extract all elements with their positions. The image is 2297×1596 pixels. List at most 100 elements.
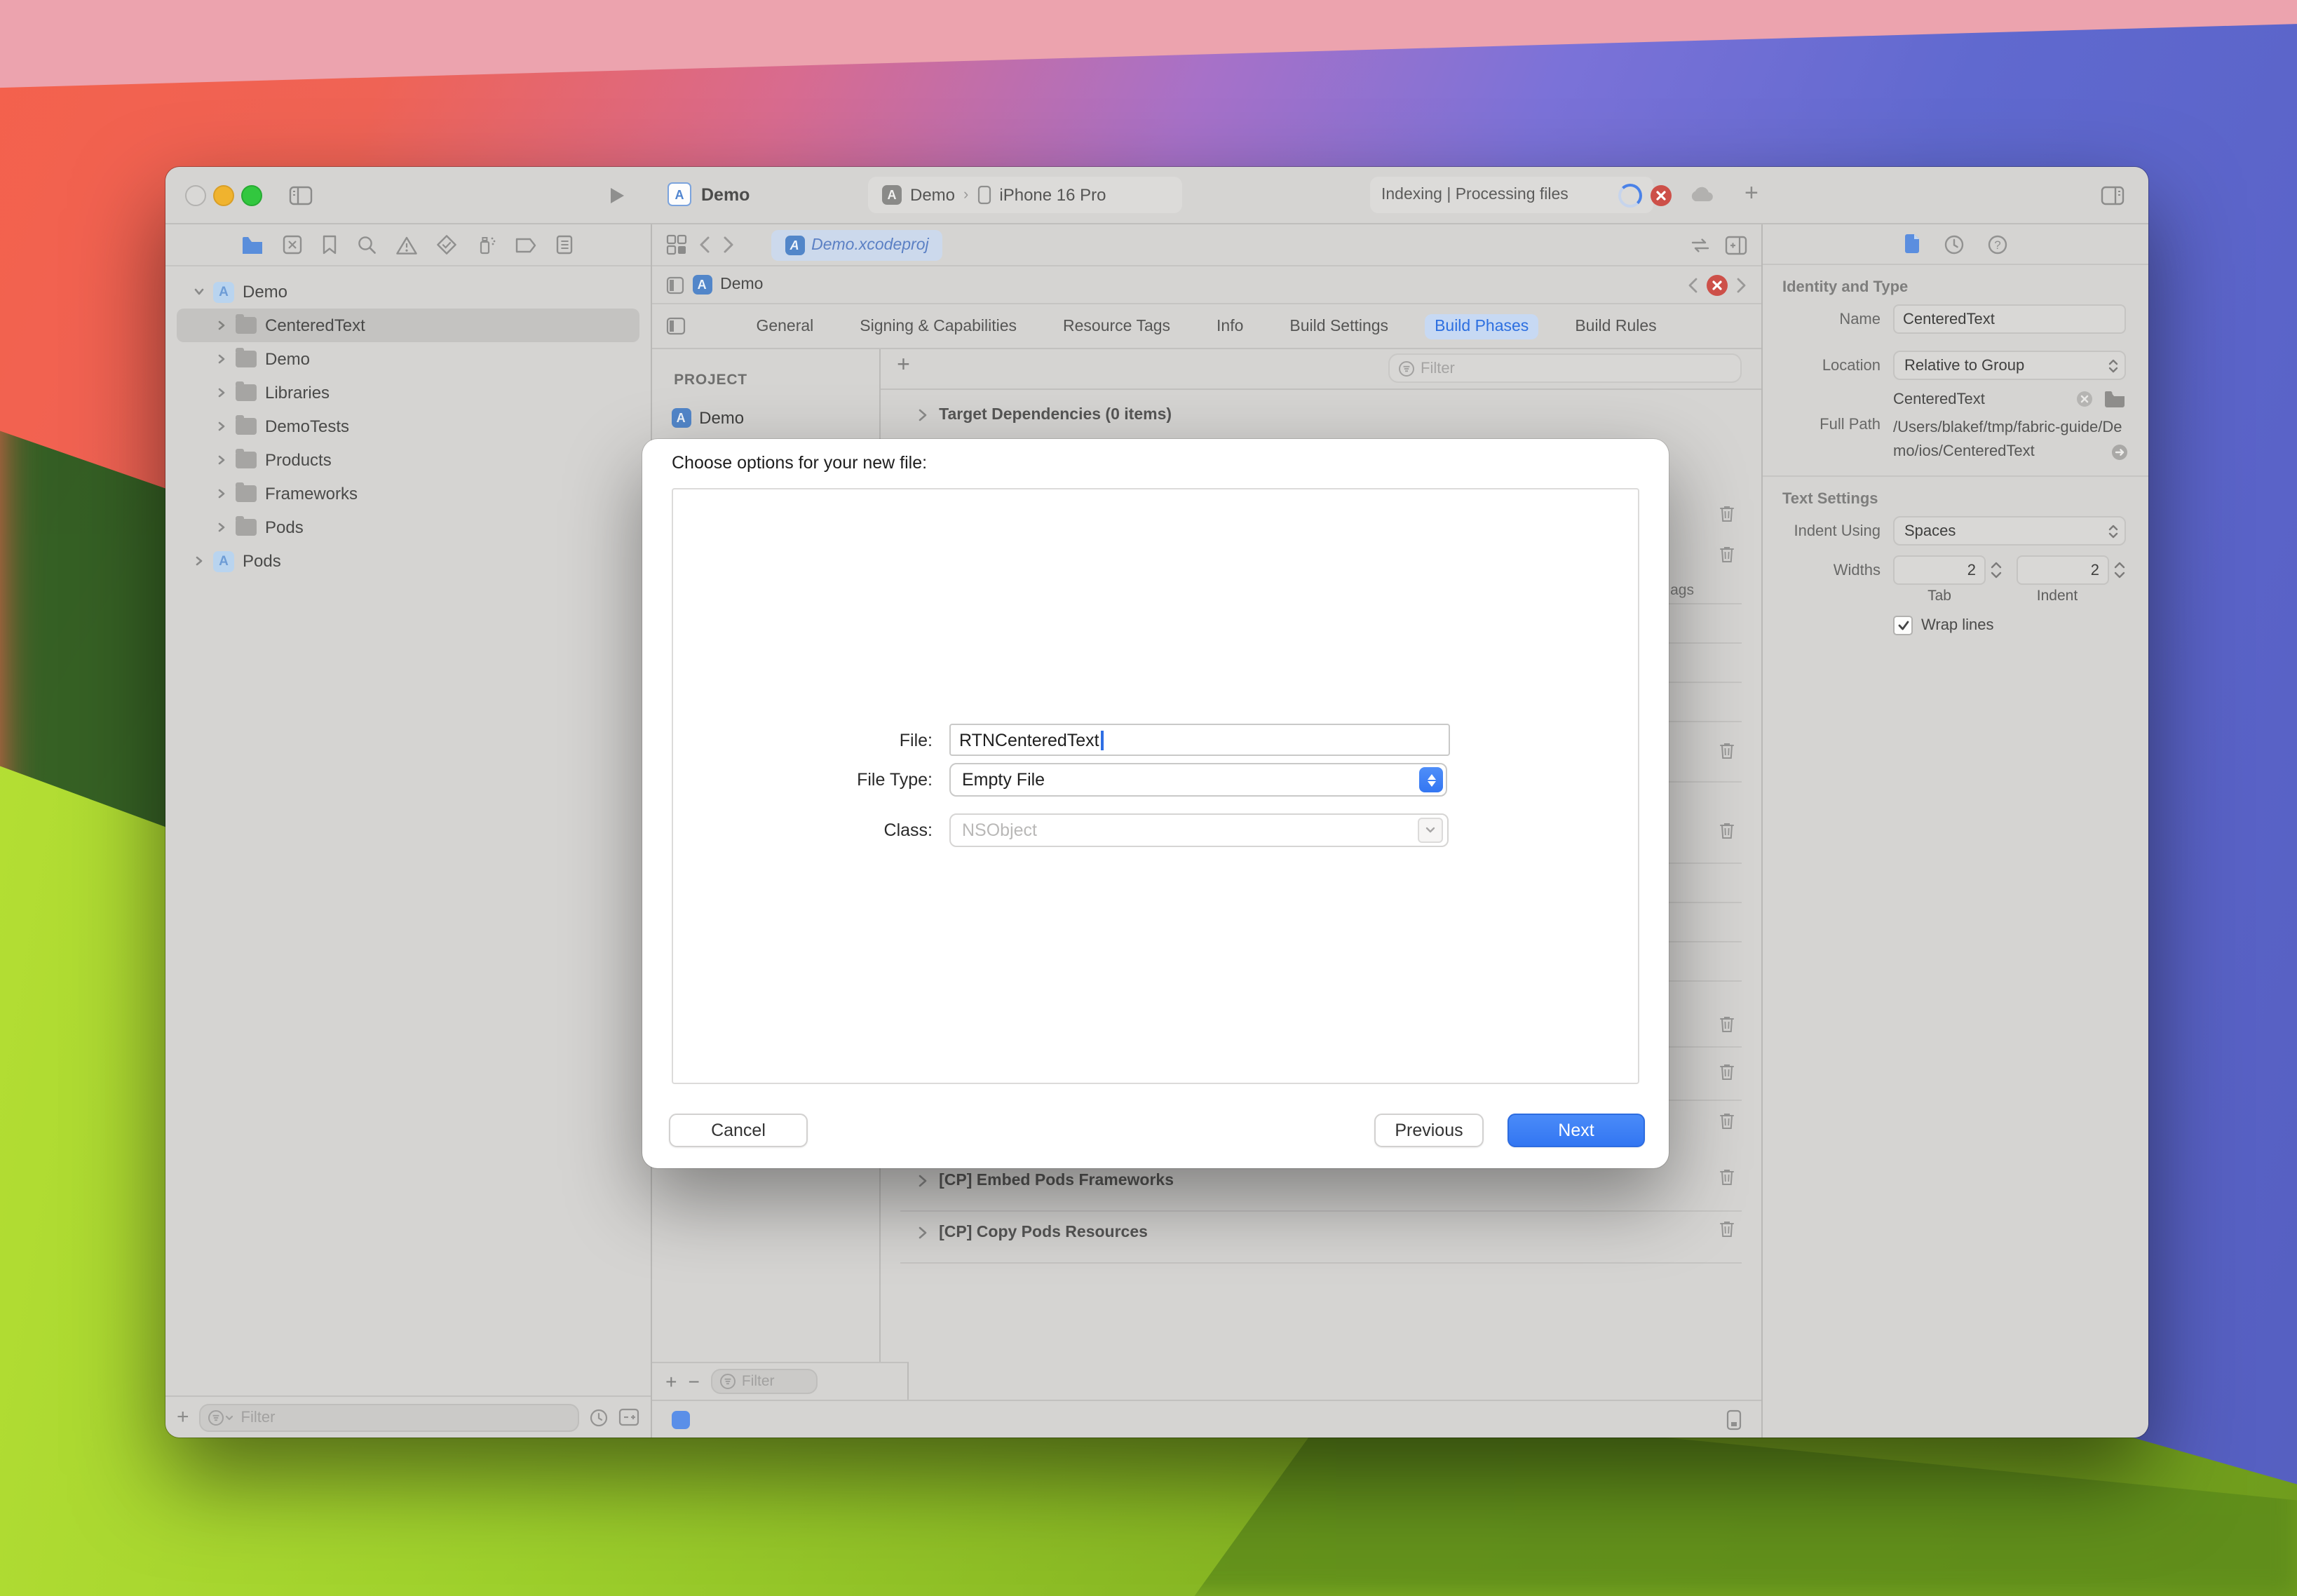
file-name-input[interactable]: RTNCenteredText [949,724,1450,756]
file-inspector-icon[interactable] [1903,233,1921,255]
indent-width-field[interactable]: 2 [2017,555,2109,585]
tab-width-field[interactable]: 2 [1893,555,1986,585]
trash-icon[interactable] [1718,1014,1736,1034]
scheme-color-icon[interactable] [671,1410,689,1428]
tree-item-products[interactable]: Products [165,443,650,477]
scm-status-filter-icon[interactable] [618,1408,639,1426]
chevron-down-icon[interactable] [194,286,205,297]
jump-bar-item[interactable]: Demo [720,276,763,293]
tab-resource-tags[interactable]: Resource Tags [1053,313,1180,339]
tree-item-demo-group[interactable]: Demo [165,342,650,376]
tree-item-frameworks[interactable]: Frameworks [165,477,650,510]
section-embed-pods-frameworks[interactable]: [CP] Embed Pods Frameworks [916,1172,1174,1189]
history-inspector-icon[interactable] [1944,234,1965,255]
chevron-right-icon[interactable] [194,555,205,567]
file-tab-demo-xcodeproj[interactable]: Demo.xcodeproj [771,229,942,260]
tab-signing-capabilities[interactable]: Signing & Capabilities [850,313,1026,339]
tree-item-pods-group[interactable]: Pods [165,510,650,544]
reports-navigator-icon[interactable] [556,234,574,255]
chevron-right-icon[interactable] [216,522,227,533]
trash-icon[interactable] [1718,820,1736,840]
toggle-inspector-icon[interactable] [2098,181,2126,209]
project-navigator-icon[interactable] [242,235,264,255]
breakpoints-navigator-icon[interactable] [515,236,538,253]
navigator-filter-field[interactable]: Filter [199,1403,579,1431]
trash-icon[interactable] [1718,1219,1736,1238]
chevron-right-icon[interactable] [916,408,928,422]
section-copy-pods-resources[interactable]: [CP] Copy Pods Resources [916,1224,1148,1241]
add-editor-icon[interactable] [1725,235,1747,255]
chevron-right-icon[interactable] [216,488,227,499]
add-build-phase-button[interactable]: + [897,353,910,379]
chevron-right-icon[interactable] [216,387,227,398]
tree-item-libraries[interactable]: Libraries [165,376,650,410]
tab-build-rules[interactable]: Build Rules [1565,313,1666,339]
tab-info[interactable]: Info [1207,313,1253,339]
error-badge-icon[interactable] [1651,185,1672,206]
minimize-button[interactable] [213,185,234,206]
tests-navigator-icon[interactable] [437,234,458,255]
tab-general[interactable]: General [746,313,823,339]
tab-build-phases[interactable]: Build Phases [1425,313,1538,339]
trash-icon[interactable] [1718,1111,1736,1130]
remove-target-button[interactable]: − [689,1370,700,1393]
add-button[interactable]: + [1744,180,1759,208]
error-count-badge[interactable] [1707,274,1728,295]
related-items-icon[interactable] [665,234,686,255]
chevron-right-icon[interactable] [216,353,227,365]
trash-icon[interactable] [1718,503,1736,523]
chevron-right-icon[interactable] [216,421,227,432]
trash-icon[interactable] [1718,740,1736,760]
name-field[interactable]: CenteredText [1893,304,2126,334]
previous-button[interactable]: Previous [1374,1114,1484,1147]
add-target-button[interactable]: + [665,1370,677,1393]
zoom-button[interactable] [241,185,262,206]
swap-editor-icon[interactable] [1690,236,1711,253]
find-navigator-icon[interactable] [357,234,378,255]
indent-using-popup[interactable]: Spaces [1893,516,2126,546]
target-filter-field[interactable]: Filter [711,1369,818,1394]
tree-item-project-demo[interactable]: Demo [165,275,650,309]
chevron-right-icon[interactable] [916,1226,928,1240]
quick-help-inspector-icon[interactable]: ? [1987,234,2008,255]
chevron-right-icon[interactable] [216,454,227,466]
recent-files-icon[interactable] [588,1407,608,1427]
location-popup[interactable]: Relative to Group [1893,351,2126,380]
tree-item-project-pods[interactable]: Pods [165,544,650,578]
file-type-popup[interactable]: Empty File [949,763,1447,797]
stepper-icon[interactable] [2113,560,2126,581]
tree-item-demotests[interactable]: DemoTests [165,410,650,443]
device-preview-icon[interactable] [1726,1409,1742,1430]
activity-status[interactable]: Indexing | Processing files [1370,177,1653,213]
tree-item-centeredtext[interactable]: CenteredText [177,309,639,342]
section-target-dependencies[interactable]: Target Dependencies (0 items) [916,407,1172,424]
clear-group-icon[interactable] [2075,390,2094,408]
go-forward-icon[interactable] [721,236,734,254]
next-button[interactable]: Next [1507,1114,1645,1147]
trash-icon[interactable] [1718,544,1736,564]
issues-navigator-icon[interactable] [396,235,419,255]
chevron-right-icon[interactable] [216,320,227,331]
tab-build-settings[interactable]: Build Settings [1280,313,1398,339]
cloud-icon[interactable] [1688,184,1716,203]
build-phases-filter-field[interactable]: Filter [1388,353,1742,383]
scheme-selector[interactable]: Demo › iPhone 16 Pro [868,177,1182,213]
source-control-icon[interactable] [283,234,304,255]
class-combo[interactable]: NSObject [949,813,1449,847]
trash-icon[interactable] [1718,1062,1736,1081]
debug-navigator-icon[interactable] [476,234,497,255]
cancel-button[interactable]: Cancel [669,1114,808,1147]
go-back-icon[interactable] [698,236,710,254]
run-button[interactable] [603,181,631,209]
toggle-navigator-icon[interactable] [286,181,314,209]
wrap-lines-checkbox[interactable] [1893,616,1913,635]
chevron-right-icon[interactable] [916,1174,928,1188]
choose-folder-icon[interactable] [2103,390,2126,408]
open-path-arrow-icon[interactable] [2110,443,2129,461]
stepper-icon[interactable] [1990,560,2003,581]
previous-issue-icon[interactable] [1687,277,1698,292]
bookmarks-icon[interactable] [322,234,339,255]
close-button[interactable] [185,185,206,206]
next-issue-icon[interactable] [1736,277,1747,292]
add-item-button[interactable]: + [177,1405,189,1429]
